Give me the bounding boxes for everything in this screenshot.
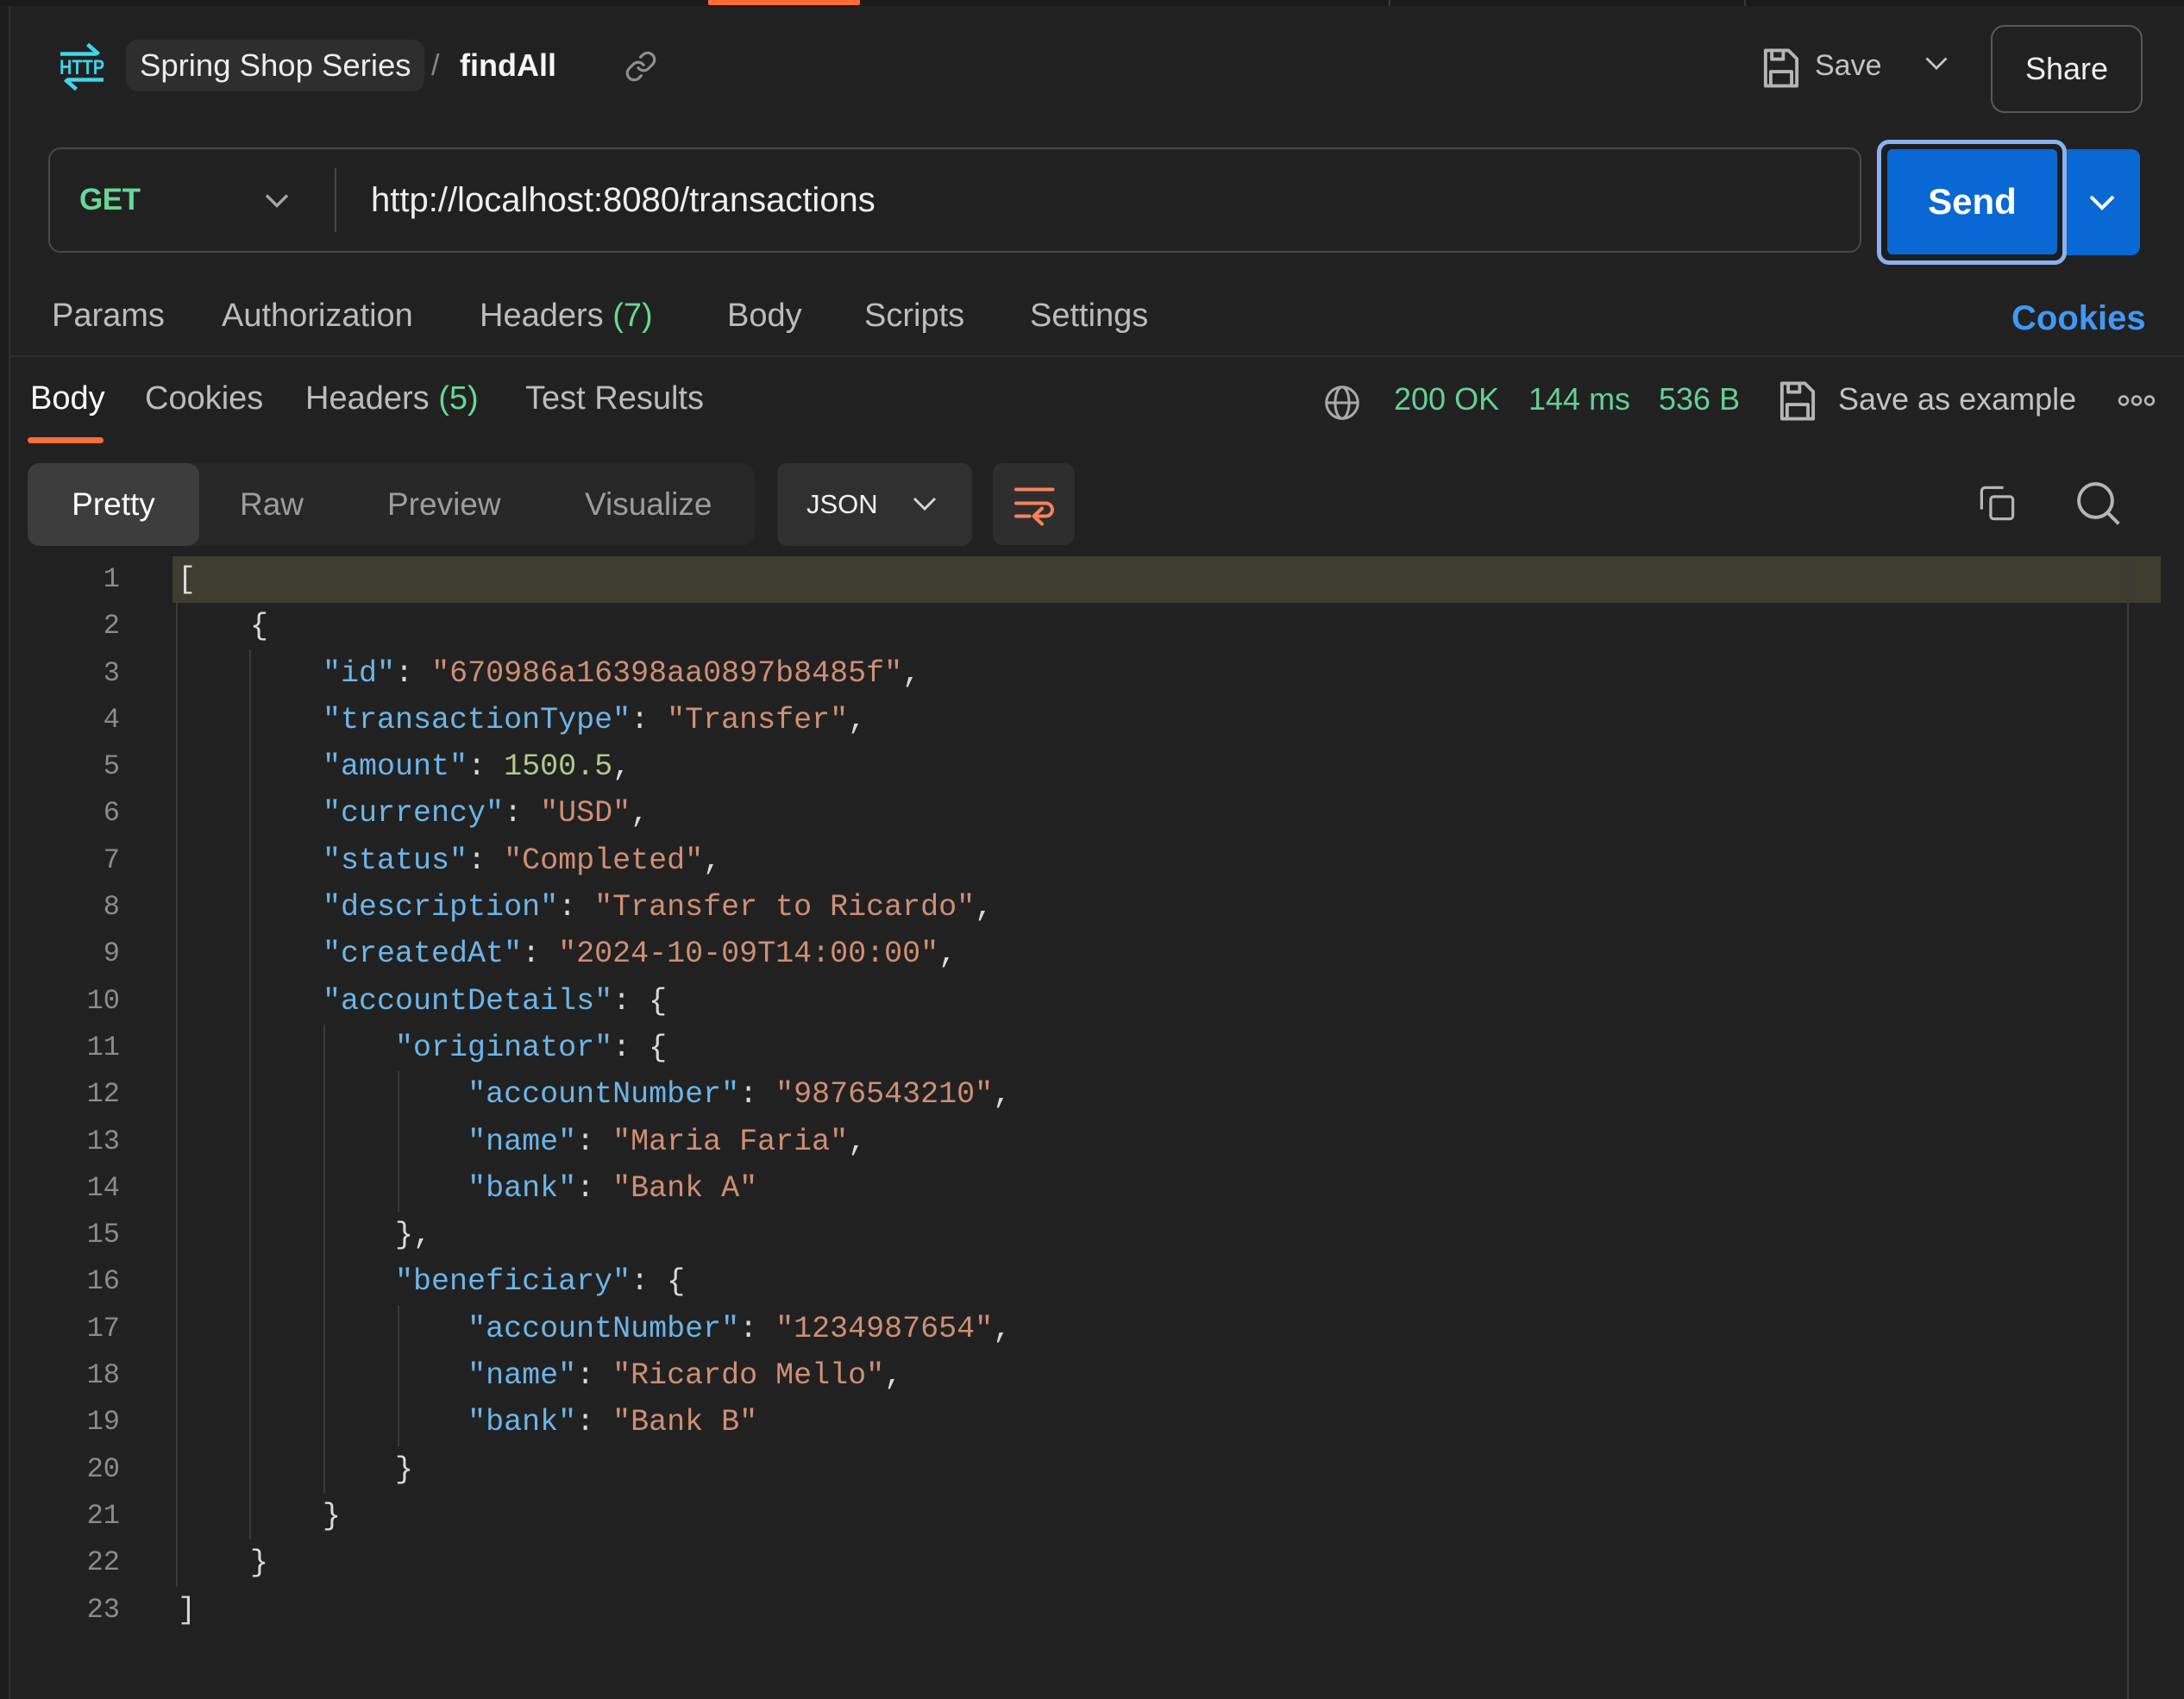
svg-text:HTTP: HTTP: [60, 56, 104, 79]
